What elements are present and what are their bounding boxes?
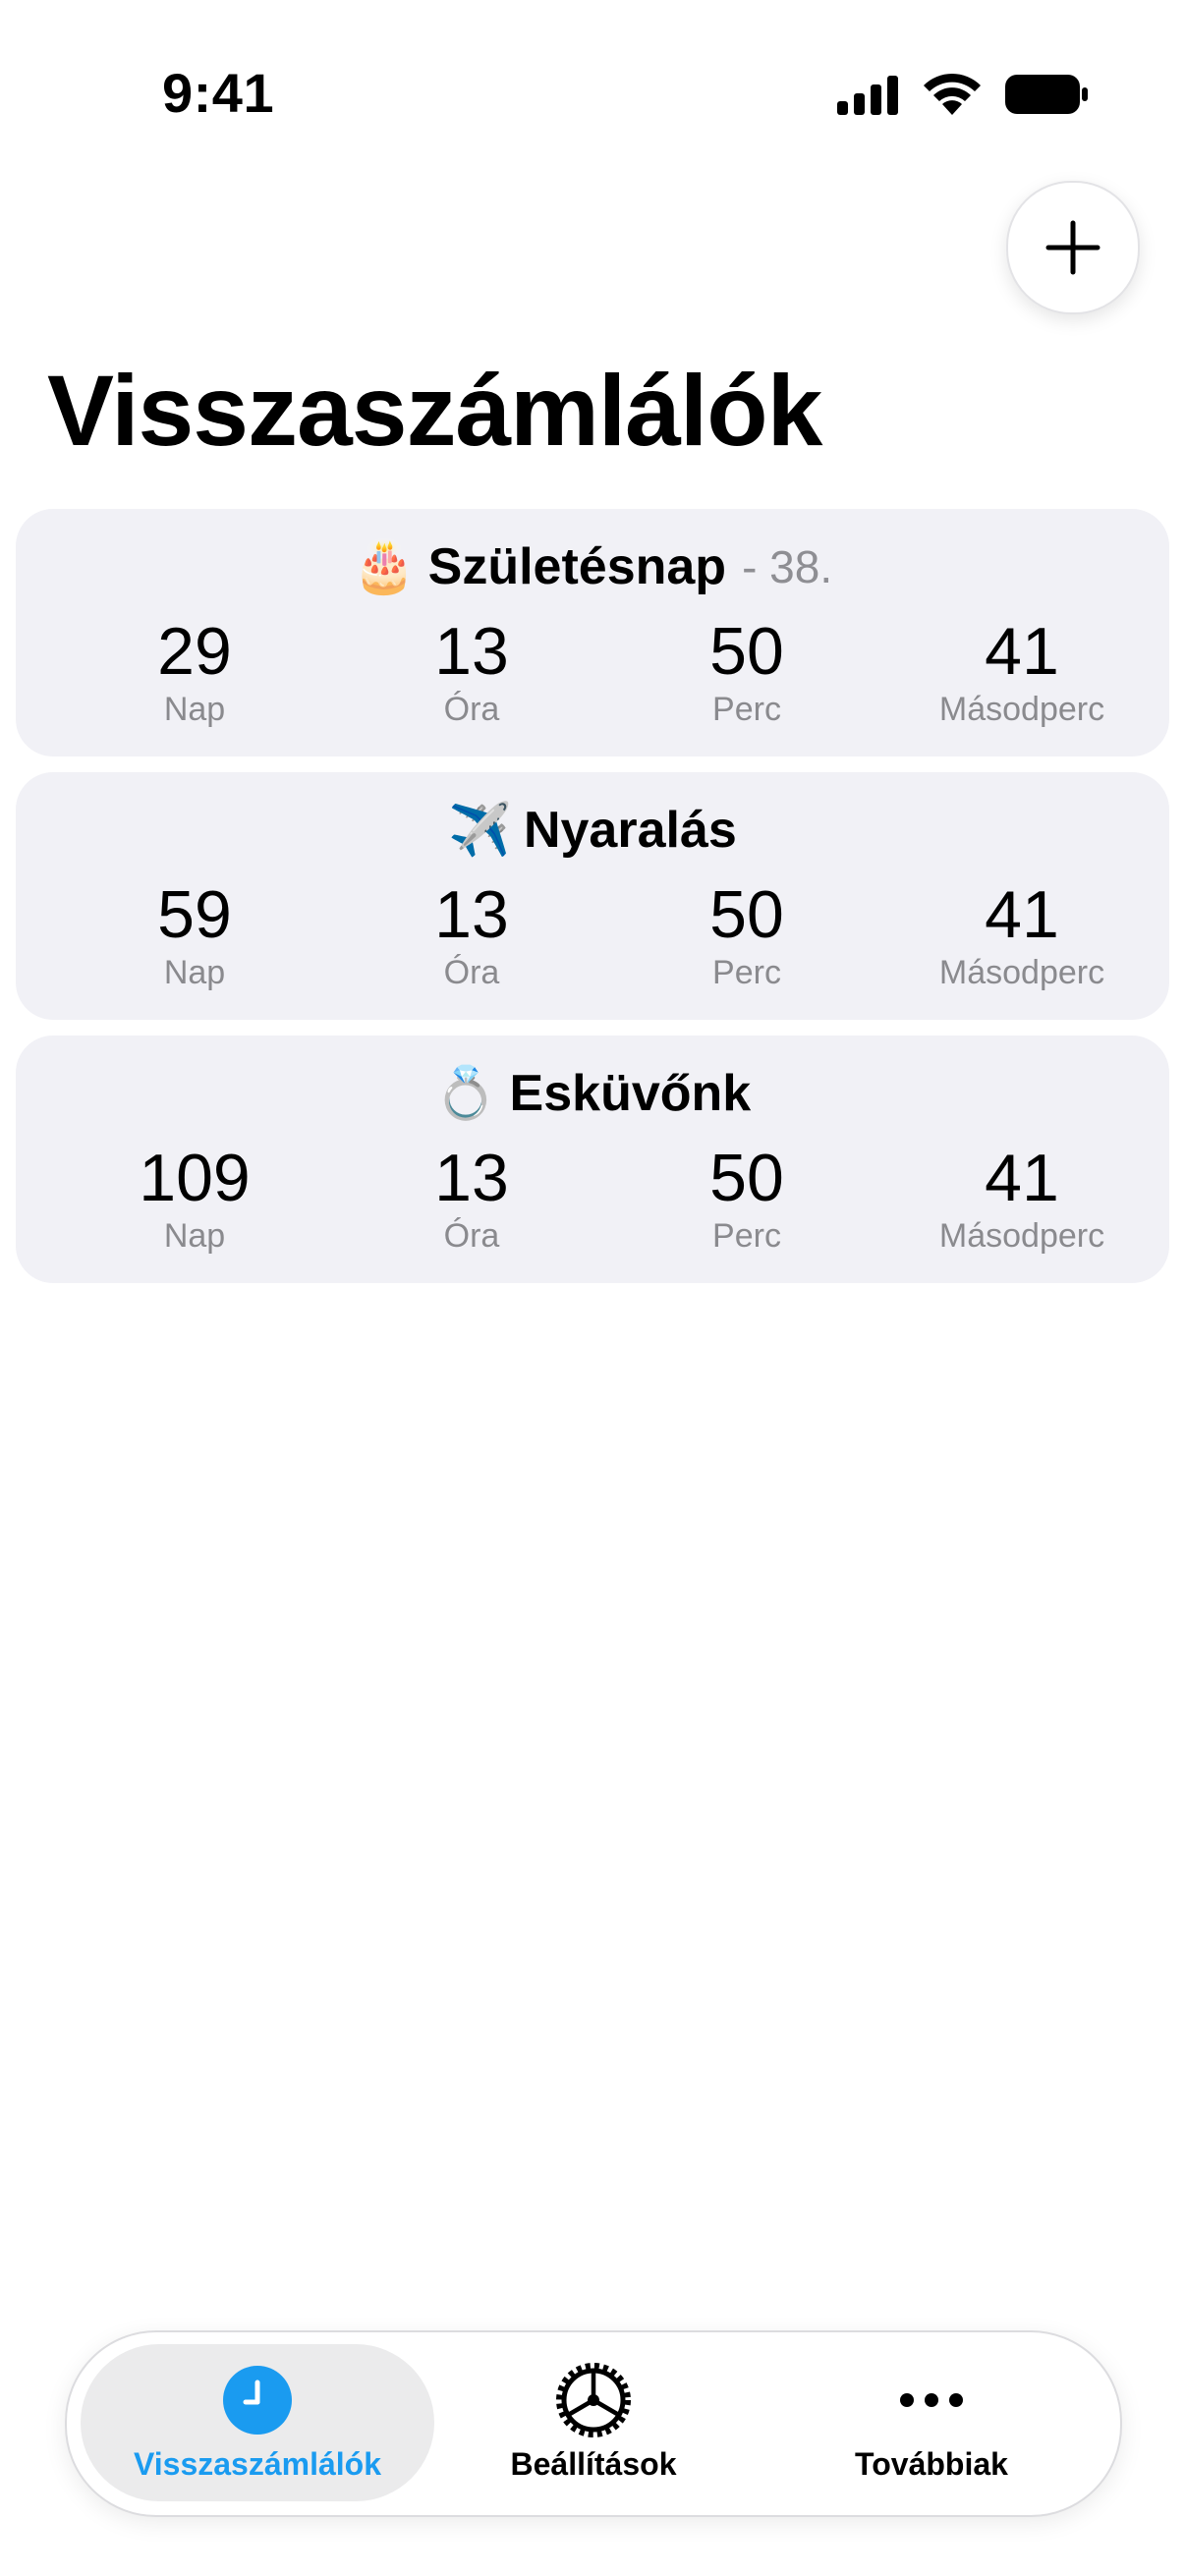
unit-value: 29 <box>157 614 232 689</box>
tab-label: Beállítások <box>510 2446 677 2482</box>
unit-label: Nap <box>163 954 226 991</box>
unit-label: Óra <box>443 691 500 728</box>
countdown-card-birthday[interactable]: 🎂 Születésnap - 38. 29 Nap 13 Óra 50 Per… <box>16 509 1169 756</box>
card-units: 29 Nap 13 Óra 50 Perc 41 Másodperc <box>16 615 1169 743</box>
battery-icon <box>1005 75 1088 114</box>
tab-countdowns[interactable]: Visszaszámlálók <box>81 2344 434 2501</box>
card-units: 109 Nap 13 Óra 50 Perc 41 Másodperc <box>16 1142 1169 1269</box>
card-units: 59 Nap 13 Óra 50 Perc 41 Másodperc <box>16 878 1169 1006</box>
unit-minutes: 50 Perc <box>619 878 875 994</box>
unit-seconds: 41 Másodperc <box>894 878 1150 994</box>
unit-days: 109 Nap <box>67 1142 322 1258</box>
page-title: Visszaszámlálók <box>47 355 822 467</box>
unit-value: 13 <box>434 1141 509 1215</box>
unit-label: Nap <box>163 691 226 728</box>
unit-label: Másodperc <box>938 691 1105 728</box>
unit-minutes: 50 Perc <box>619 615 875 731</box>
card-subtitle: - 38. <box>742 541 833 592</box>
unit-seconds: 41 Másodperc <box>894 615 1150 731</box>
countdown-list: 🎂 Születésnap - 38. 29 Nap 13 Óra 50 Per… <box>16 509 1169 1299</box>
tab-label: Visszaszámlálók <box>133 2446 381 2482</box>
status-bar: 9:41 <box>0 0 1185 187</box>
status-icons <box>837 69 1089 120</box>
tab-label: Továbbiak <box>855 2446 1008 2482</box>
tab-settings[interactable]: Beállítások <box>417 2344 770 2501</box>
unit-label: Nap <box>163 1217 226 1255</box>
unit-value: 13 <box>434 877 509 952</box>
tab-more[interactable]: Továbbiak <box>755 2344 1108 2501</box>
card-title: Esküvőnk <box>509 1065 752 1122</box>
cellular-signal-icon <box>837 76 898 115</box>
unit-label: Óra <box>443 1217 500 1255</box>
add-countdown-button[interactable] <box>1006 181 1140 314</box>
unit-label: Perc <box>712 1217 781 1255</box>
unit-seconds: 41 Másodperc <box>894 1142 1150 1258</box>
unit-value: 13 <box>434 614 509 689</box>
countdown-card-wedding[interactable]: 💍 Esküvőnk 109 Nap 13 Óra 50 Perc 41 Más… <box>16 1036 1169 1283</box>
ring-icon: 💍 <box>433 1064 498 1123</box>
more-icon <box>893 2362 970 2438</box>
unit-label: Másodperc <box>938 954 1105 991</box>
unit-value: 50 <box>709 614 784 689</box>
unit-hours: 13 Óra <box>344 878 599 994</box>
unit-value: 59 <box>157 877 232 952</box>
unit-days: 59 Nap <box>67 878 322 994</box>
unit-value: 50 <box>709 1141 784 1215</box>
card-title: Nyaralás <box>523 802 737 859</box>
card-header: 🎂 Születésnap - 38. <box>16 534 1169 599</box>
unit-hours: 13 Óra <box>344 615 599 731</box>
airplane-icon: ✈️ <box>448 801 512 860</box>
unit-minutes: 50 Perc <box>619 1142 875 1258</box>
unit-value: 41 <box>985 614 1059 689</box>
clock-icon <box>219 2362 296 2438</box>
countdown-card-vacation[interactable]: ✈️ Nyaralás 59 Nap 13 Óra 50 Perc 41 Más… <box>16 772 1169 1020</box>
gear-icon <box>555 2362 632 2438</box>
unit-value: 109 <box>139 1141 251 1215</box>
unit-label: Perc <box>712 954 781 991</box>
unit-label: Óra <box>443 954 500 991</box>
plus-icon <box>1045 220 1100 275</box>
tab-bar: Visszaszámlálók Beállítások Továbbiak <box>65 2330 1122 2517</box>
unit-value: 50 <box>709 877 784 952</box>
unit-label: Perc <box>712 691 781 728</box>
card-title: Születésnap <box>427 538 727 595</box>
card-header: ✈️ Nyaralás <box>16 798 1169 863</box>
unit-label: Másodperc <box>938 1217 1105 1255</box>
unit-value: 41 <box>985 1141 1059 1215</box>
wifi-icon <box>924 73 981 115</box>
unit-value: 41 <box>985 877 1059 952</box>
status-time: 9:41 <box>162 62 275 124</box>
unit-hours: 13 Óra <box>344 1142 599 1258</box>
unit-days: 29 Nap <box>67 615 322 731</box>
cake-icon: 🎂 <box>352 537 417 596</box>
card-header: 💍 Esküvőnk <box>16 1061 1169 1126</box>
